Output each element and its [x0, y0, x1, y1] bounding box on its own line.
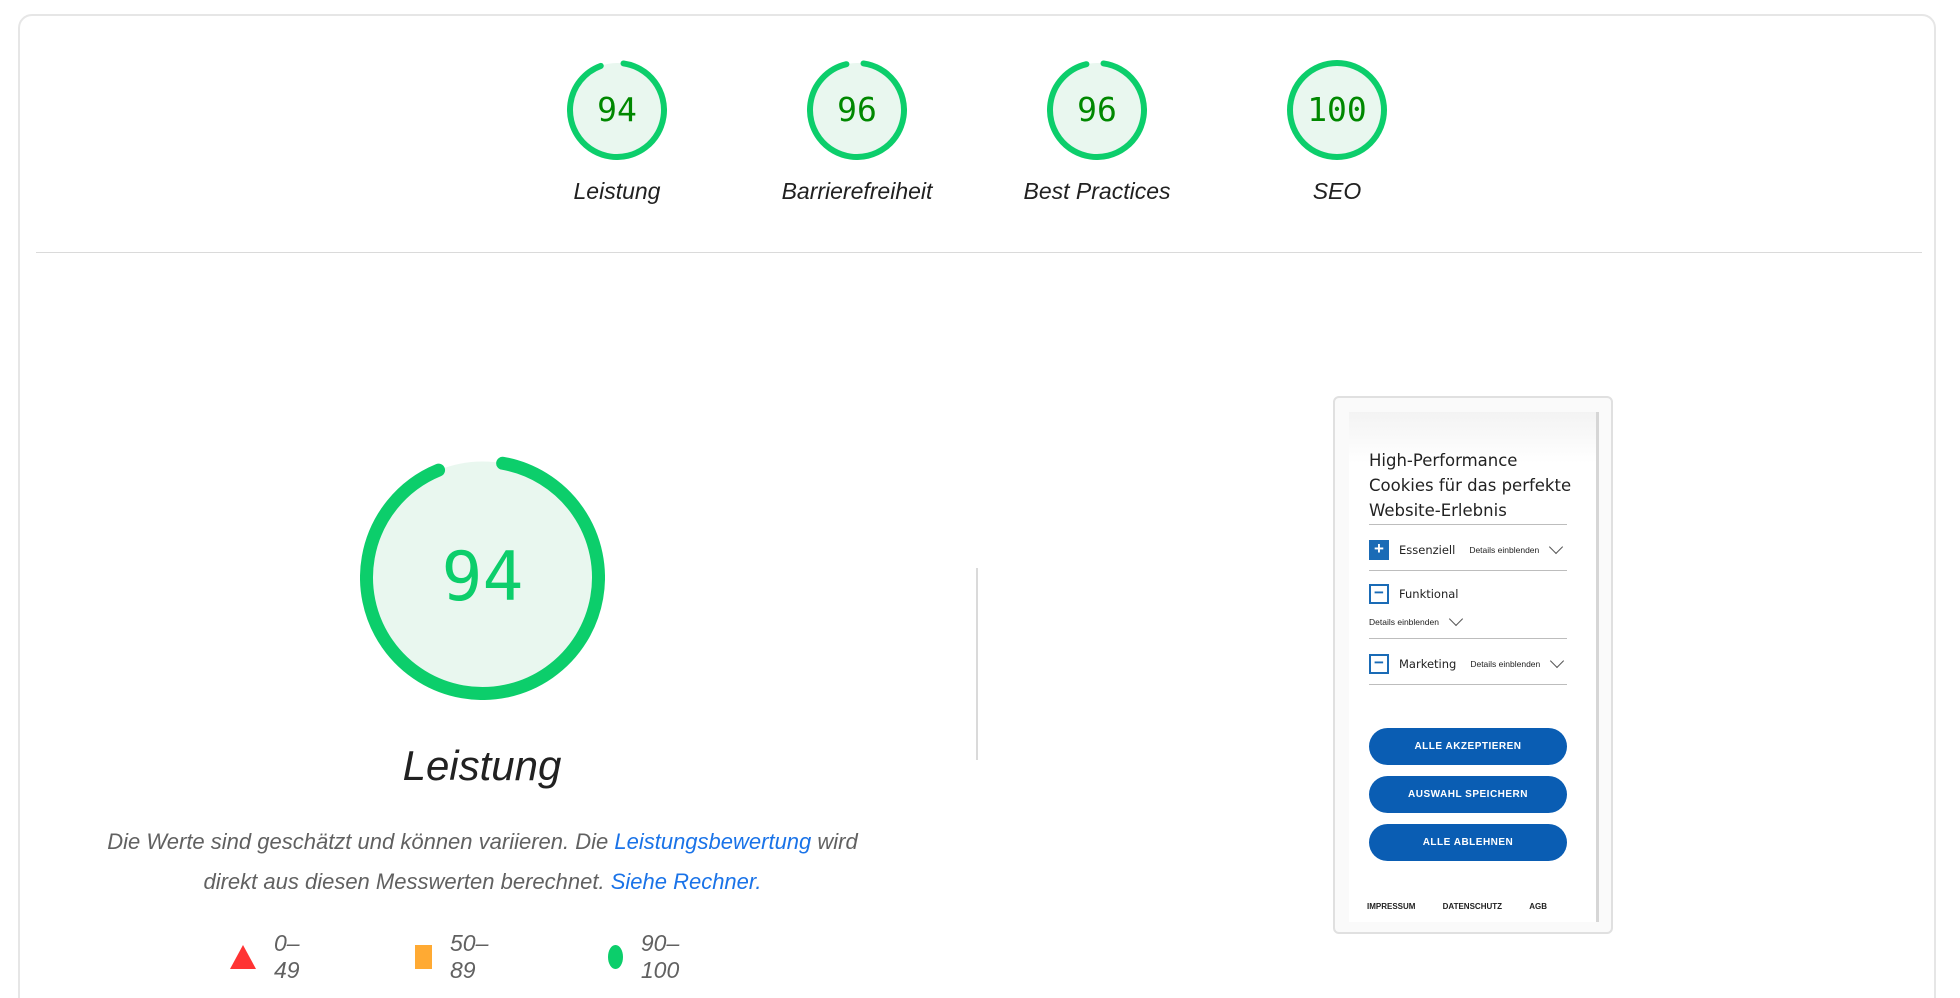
cookie-banner-title: High-Performance Cookies für das perfekt…	[1369, 451, 1572, 520]
red-triangle-icon	[230, 945, 256, 969]
score-value: 96	[1077, 90, 1117, 129]
legend-item-fail: 0–49	[230, 930, 300, 983]
gauge-label: SEO	[1312, 178, 1362, 204]
cookie-option-essenziell: + Essenziell Details einblenden	[1369, 538, 1569, 562]
score-ring: 100	[1287, 60, 1387, 160]
reject-all-button: ALLE ABLEHNEN	[1369, 824, 1567, 861]
divider	[1369, 638, 1567, 639]
divider	[1369, 524, 1567, 525]
main-category-title: Leistung	[402, 742, 562, 789]
chevron-down-icon	[1448, 611, 1464, 627]
gauge-leistung[interactable]: 94 Leistung	[517, 60, 717, 205]
green-circle-icon	[608, 945, 623, 969]
category-gauges: 94 Leistung 96 Barrierefreiheit 96 Best …	[0, 0, 1960, 250]
score-value: 100	[1307, 90, 1367, 129]
divider	[1369, 684, 1567, 685]
legend-range: 50–89	[450, 930, 489, 983]
option-details: Details einblenden	[1369, 617, 1439, 627]
calculator-link[interactable]: Siehe Rechner.	[611, 869, 762, 894]
cookie-option-funktional: − Funktional	[1369, 582, 1569, 606]
footer-link-datenschutz: DATENSCHUTZ	[1442, 902, 1503, 911]
legend-range: 90–100	[640, 930, 680, 983]
option-name: Essenziell	[1399, 543, 1456, 557]
save-selection-button: AUSWAHL SPEICHERN	[1369, 776, 1567, 813]
divider	[1369, 570, 1567, 571]
cookie-option-marketing: − Marketing Details einblenden	[1369, 652, 1569, 676]
footer-link-impressum: IMPRESSUM	[1367, 902, 1416, 911]
option-details: Details einblenden	[1469, 545, 1540, 555]
gauge-label: Barrierefreiheit	[781, 178, 933, 204]
score-value: 96	[837, 90, 877, 129]
chevron-down-icon	[1549, 539, 1564, 555]
option-details: Details einblenden	[1470, 659, 1541, 669]
legend-item-pass: 90–100	[608, 930, 688, 983]
main-score-value: 94	[441, 538, 524, 617]
page-screenshot: High-Performance Cookies für das perfekt…	[1349, 412, 1599, 922]
performance-score-link[interactable]: Leistungsbewertung	[614, 829, 811, 854]
gauge-barrierefreiheit[interactable]: 96 Barrierefreiheit	[757, 60, 957, 205]
score-ring: 94	[567, 60, 667, 160]
section-divider	[36, 252, 1922, 253]
gauge-seo[interactable]: 100 SEO	[1237, 60, 1437, 205]
plus-icon: +	[1369, 540, 1389, 560]
option-name: Funktional	[1399, 587, 1459, 601]
gauge-label: Best Practices	[1023, 178, 1171, 204]
footer-links: IMPRESSUM DATENSCHUTZ AGB	[1367, 902, 1547, 911]
vertical-divider	[976, 568, 978, 760]
accept-all-button: ALLE AKZEPTIEREN	[1369, 728, 1567, 765]
option-details-row: Details einblenden	[1363, 610, 1563, 634]
legend-range: 0–49	[274, 930, 300, 983]
score-ring: 96	[1047, 60, 1147, 160]
chevron-down-icon	[1550, 653, 1565, 669]
option-name: Marketing	[1399, 657, 1457, 671]
main-score-gauge: 94	[360, 455, 605, 700]
score-description: Die Werte sind geschätzt und können vari…	[80, 822, 885, 902]
footer-link-agb: AGB	[1529, 902, 1547, 911]
gauge-best-practices[interactable]: 96 Best Practices	[997, 60, 1197, 205]
legend-item-average: 50–89	[415, 930, 495, 983]
score-ring: 96	[807, 60, 907, 160]
final-screenshot-thumbnail[interactable]: High-Performance Cookies für das perfekt…	[1333, 396, 1613, 934]
minus-icon: −	[1369, 584, 1389, 604]
orange-square-icon	[415, 945, 433, 969]
desc-text: Die Werte sind geschätzt und können vari…	[107, 829, 615, 854]
score-value: 94	[597, 90, 637, 129]
gauge-label: Leistung	[573, 178, 661, 204]
minus-icon: −	[1369, 654, 1389, 674]
